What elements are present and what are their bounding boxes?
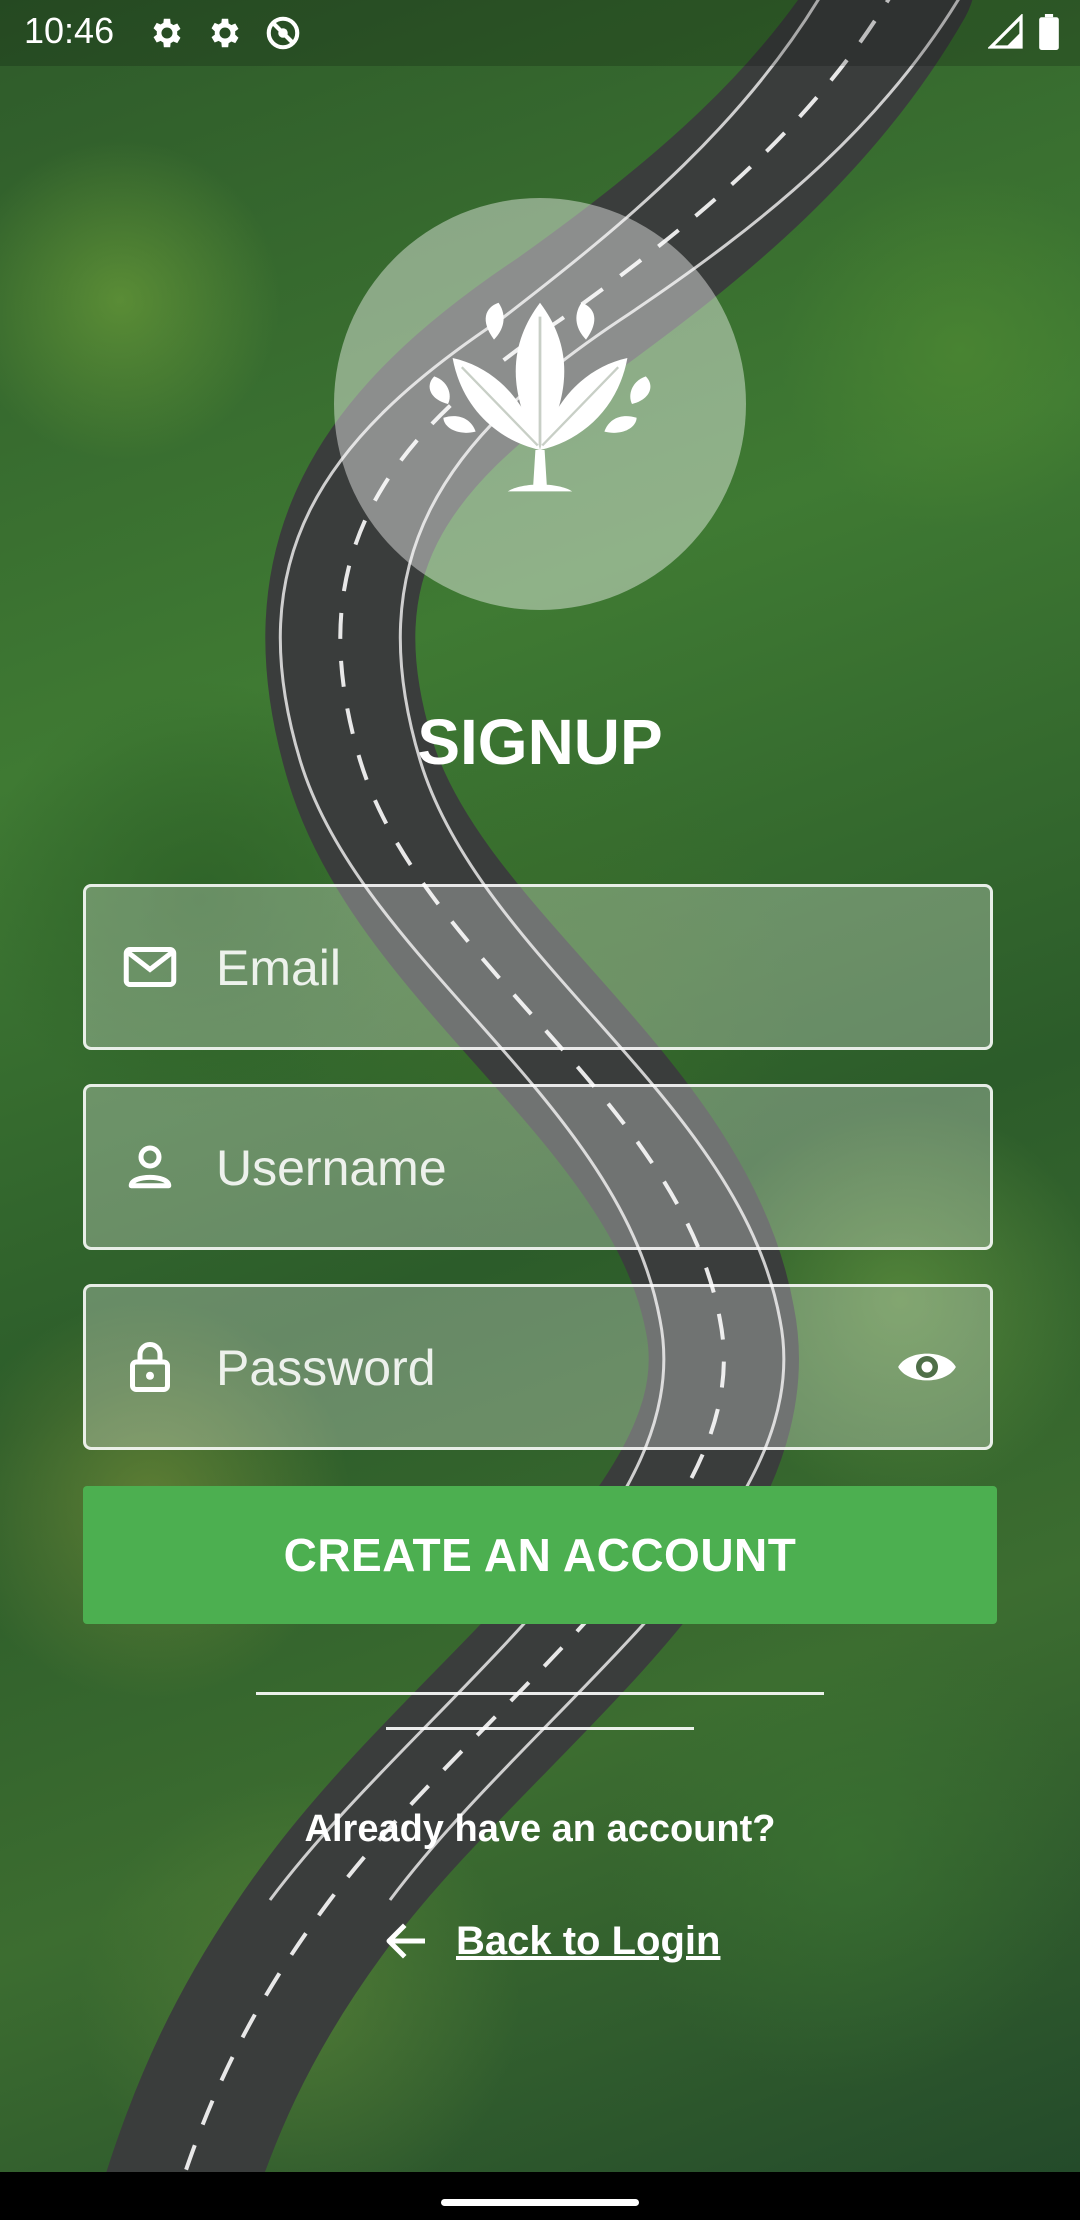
divider-line-short xyxy=(386,1727,694,1730)
username-input[interactable] xyxy=(214,1087,838,1249)
back-to-login-link[interactable]: Back to Login xyxy=(380,1914,720,1968)
status-left-icons xyxy=(148,14,302,52)
settings-gear-icon xyxy=(211,18,239,48)
person-icon xyxy=(128,1145,172,1189)
lotus-leaf-icon xyxy=(429,302,651,492)
status-time: 10:46 xyxy=(24,10,115,51)
mail-icon xyxy=(123,947,177,987)
app-logo xyxy=(334,198,746,610)
divider-line xyxy=(256,1692,824,1695)
email-input[interactable] xyxy=(214,887,838,1049)
status-right-icons xyxy=(988,14,1060,50)
username-field[interactable] xyxy=(83,1084,993,1250)
password-field[interactable] xyxy=(83,1284,993,1450)
lock-icon xyxy=(130,1342,170,1392)
eye-icon[interactable] xyxy=(894,1334,960,1400)
do-not-disturb-icon xyxy=(266,16,300,50)
already-have-account-text: Already have an account? xyxy=(304,1808,776,1850)
status-bar: 10:46 xyxy=(0,0,1080,66)
create-account-button[interactable]: CREATE AN ACCOUNT xyxy=(83,1486,997,1624)
back-to-login-label[interactable]: Back to Login xyxy=(456,1919,720,1964)
battery-icon xyxy=(1039,14,1059,50)
page-title: SIGNUP xyxy=(417,706,663,778)
email-field[interactable] xyxy=(83,884,993,1050)
cellular-signal-icon xyxy=(988,14,1023,49)
home-gesture-handle[interactable] xyxy=(441,2199,639,2206)
settings-gear-icon xyxy=(153,18,181,48)
arrow-left-icon xyxy=(386,1923,425,1959)
password-input[interactable] xyxy=(214,1287,838,1449)
system-navigation-bar xyxy=(0,2172,1080,2220)
